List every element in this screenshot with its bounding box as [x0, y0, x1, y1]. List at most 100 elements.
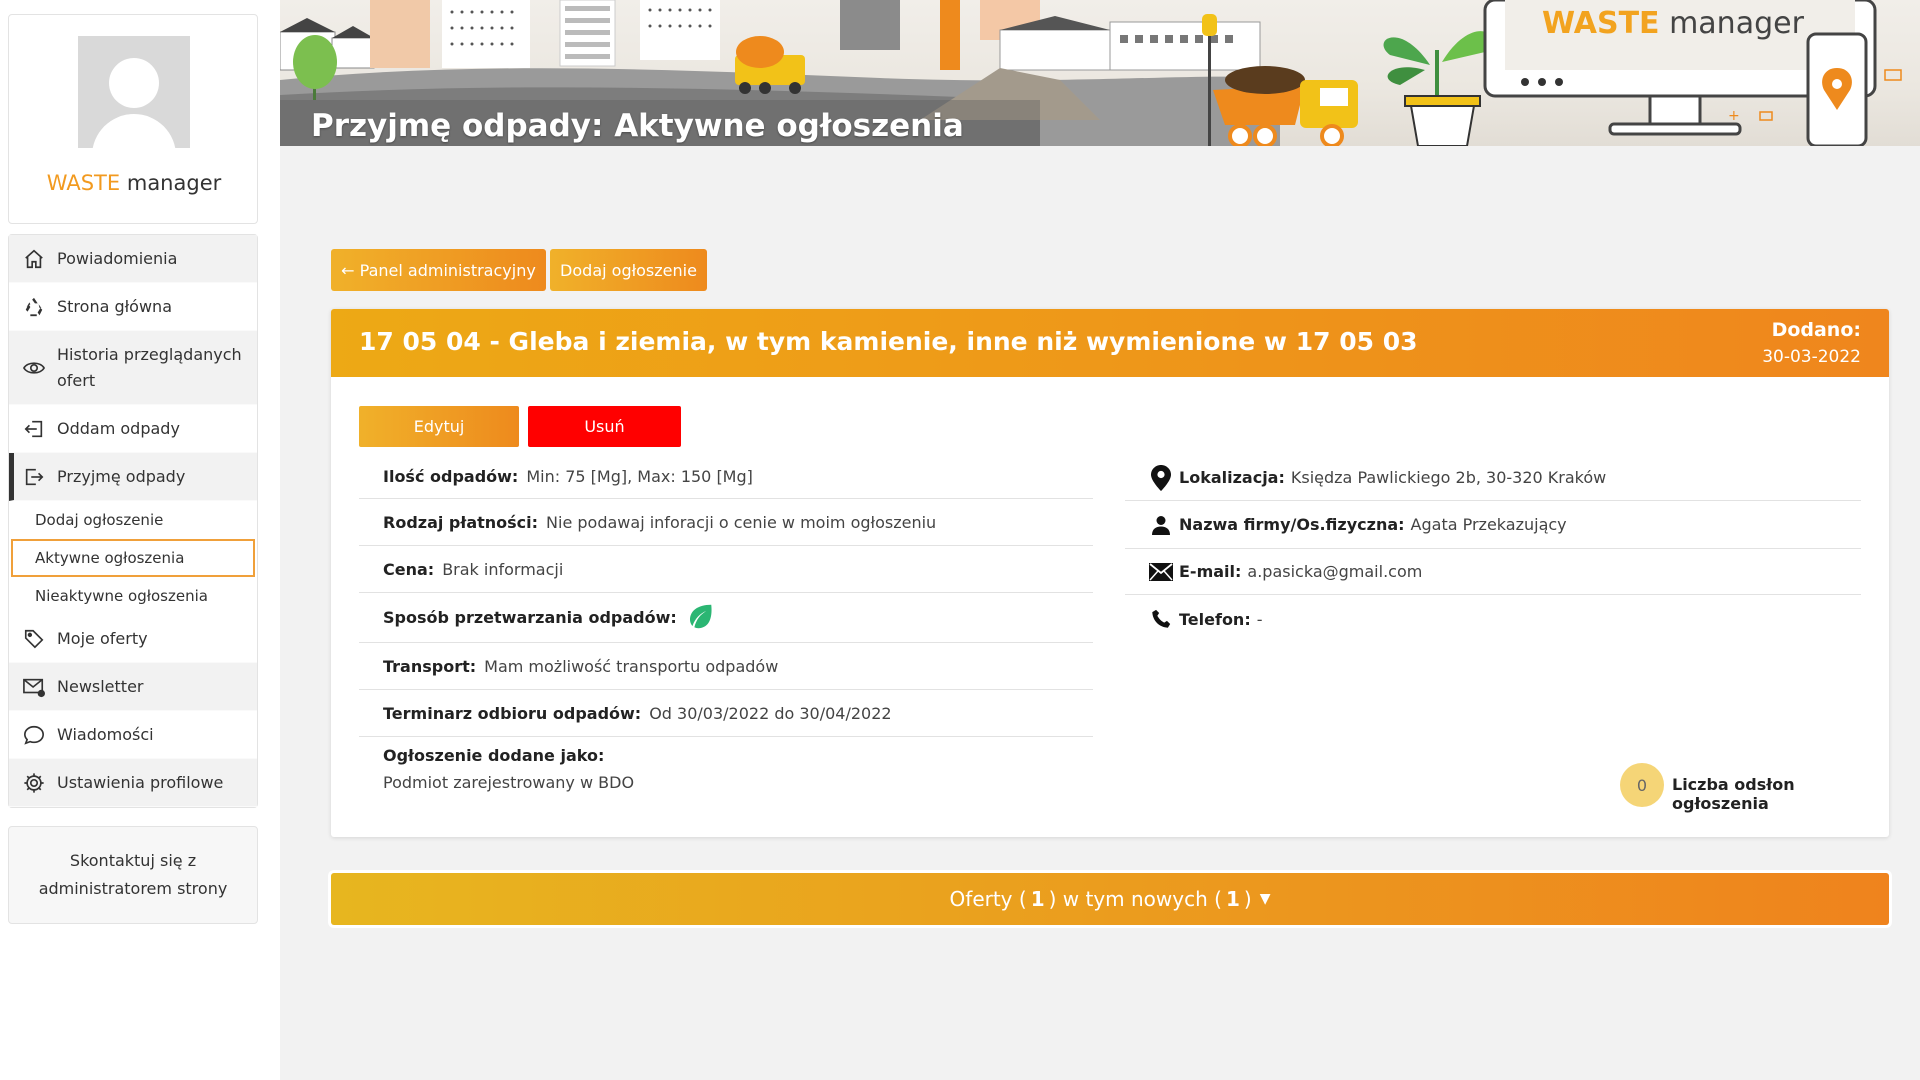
submenu-item-label: Dodaj ogłoszenie — [35, 511, 164, 529]
sidebar-item-label: Ustawienia profilowe — [57, 773, 224, 792]
sidebar-item-label: Newsletter — [57, 677, 144, 696]
banner-logo-waste: WASTE — [1542, 6, 1660, 41]
listing-header: 17 05 04 - Gleba i ziemia, w tym kamieni… — [331, 309, 1889, 377]
transport-value: Mam możliwość transportu odpadów — [484, 656, 779, 676]
company-value: Agata Przekazujący — [1410, 515, 1567, 534]
banner-logo: WASTE manager — [1542, 6, 1804, 41]
schedule-label: Terminarz odbioru odpadów: — [383, 703, 642, 723]
phone-value: - — [1256, 609, 1263, 629]
sidebar-item-home[interactable]: Strona główna — [9, 283, 257, 331]
page-banner: + WASTE manager Przyjmę odpady: Aktywne … — [280, 0, 1920, 146]
avatar — [78, 36, 190, 148]
sidebar-item-give-waste[interactable]: Oddam odpady — [9, 405, 257, 453]
payment-label: Rodzaj płatności: — [383, 512, 539, 532]
offers-toggle-bar[interactable]: Oferty ( 1 ) w tym nowych ( 1 ) ▼ — [331, 873, 1889, 925]
phone-label: Telefon: — [1179, 609, 1251, 629]
sign-in-icon — [21, 416, 47, 442]
sidebar-item-label: Przyjmę odpady — [57, 467, 186, 486]
email-label: E-mail: — [1179, 562, 1242, 581]
processing-row: Sposób przetwarzania odpadów: — [359, 593, 1093, 643]
company-row: Nazwa firmy/Os.fizyczna: Agata Przekazuj… — [1125, 501, 1861, 549]
views-count-badge: 0 — [1620, 763, 1664, 807]
leaf-icon — [685, 601, 715, 635]
chat-icon — [21, 722, 47, 748]
sidebar-item-accept-waste[interactable]: Przyjmę odpady — [9, 453, 257, 501]
listing-title: 17 05 04 - Gleba i ziemia, w tym kamieni… — [359, 327, 1418, 356]
sidebar-item-label: Moje oferty — [57, 629, 148, 648]
transport-row: Transport: Mam możliwość transportu odpa… — [359, 643, 1093, 690]
added-date: 30-03-2022 — [1762, 347, 1861, 367]
recycle-icon — [21, 294, 47, 320]
contact-admin-text: Skontaktuj się z administratorem strony — [38, 851, 228, 898]
submenu-item-label: Aktywne ogłoszenia — [35, 549, 185, 567]
gear-icon — [21, 770, 47, 796]
sidebar-item-label: Wiadomości — [57, 725, 154, 744]
profile-card: WASTE manager — [8, 14, 258, 224]
quantity-value: Min: 75 [Mg], Max: 150 [Mg] — [526, 467, 753, 486]
user-icon — [1149, 513, 1173, 537]
delete-button[interactable]: Usuń — [528, 406, 681, 447]
back-to-admin-button[interactable]: ← Panel administracyjny — [331, 249, 546, 291]
tags-icon — [21, 626, 47, 652]
added-label: Dodano: — [1771, 319, 1861, 341]
page-title: Przyjmę odpady: Aktywne ogłoszenia — [311, 108, 964, 144]
price-value: Brak informacji — [442, 559, 564, 579]
envelope-icon — [1149, 560, 1173, 584]
payment-row: Rodzaj płatności: Nie podawaj inforacji … — [359, 499, 1093, 546]
submenu-item-inactive-listings[interactable]: Nieaktywne ogłoszenia — [9, 577, 257, 615]
transport-label: Transport: — [383, 656, 477, 676]
sidebar-item-messages[interactable]: Wiadomości — [9, 711, 257, 759]
submenu-item-add-listing[interactable]: Dodaj ogłoszenie — [9, 501, 257, 539]
email-value[interactable]: a.pasicka@gmail.com — [1247, 562, 1422, 581]
sidebar-item-history[interactable]: Historia przeglądanych ofert — [9, 331, 257, 405]
sidebar-item-settings[interactable]: Ustawienia profilowe — [9, 759, 257, 807]
brand-waste: WASTE — [46, 171, 121, 195]
submenu-item-active-listings[interactable]: Aktywne ogłoszenia — [11, 539, 255, 577]
quantity-row: Ilość odpadów: Min: 75 [Mg], Max: 150 [M… — [359, 455, 1093, 499]
added-as-value: Podmiot zarejestrowany w BDO — [383, 773, 635, 792]
offers-middle: ) w tym nowych ( — [1048, 887, 1222, 911]
schedule-value: Od 30/03/2022 do 30/04/2022 — [649, 703, 892, 723]
eye-icon — [21, 355, 47, 381]
offers-suffix: ) — [1243, 887, 1252, 911]
banner-logo-manager: manager — [1669, 6, 1804, 41]
sidebar: WASTE manager Powiadomienia Strona główn… — [0, 0, 280, 1080]
add-listing-button[interactable]: Dodaj ogłoszenie — [550, 249, 707, 291]
mail-icon — [21, 674, 47, 700]
offers-count: 1 — [1030, 887, 1045, 911]
edit-button[interactable]: Edytuj — [359, 406, 519, 447]
home-icon — [21, 246, 47, 272]
sidebar-item-notifications[interactable]: Powiadomienia — [9, 235, 257, 283]
submenu-item-label: Nieaktywne ogłoszenia — [35, 587, 208, 605]
price-row: Cena: Brak informacji — [359, 546, 1093, 593]
sidebar-item-my-offers[interactable]: Moje oferty — [9, 615, 257, 663]
caret-down-icon: ▼ — [1259, 891, 1271, 907]
brand-manager: manager — [126, 171, 222, 195]
phone-row: Telefon: - — [1125, 595, 1861, 643]
location-label: Lokalizacja: — [1179, 468, 1285, 487]
processing-label: Sposób przetwarzania odpadów: — [383, 608, 677, 627]
contact-admin-link[interactable]: Skontaktuj się z administratorem strony — [8, 826, 258, 924]
sidebar-item-label: Oddam odpady — [57, 419, 180, 438]
offers-prefix: Oferty ( — [949, 887, 1027, 911]
svg-text:+: + — [1728, 108, 1740, 124]
email-row: E-mail: a.pasicka@gmail.com — [1125, 549, 1861, 595]
listing-card: 17 05 04 - Gleba i ziemia, w tym kamieni… — [331, 309, 1889, 837]
sidebar-item-label: Powiadomienia — [57, 249, 178, 268]
map-pin-icon — [1149, 464, 1173, 491]
phone-icon — [1149, 607, 1173, 631]
offers-new-count: 1 — [1225, 887, 1240, 911]
location-value: Księdza Pawlickiego 2b, 30-320 Kraków — [1290, 468, 1607, 487]
schedule-row: Terminarz odbioru odpadów: Od 30/03/2022… — [359, 690, 1093, 737]
added-as-label: Ogłoszenie dodane jako: — [383, 746, 605, 765]
price-label: Cena: — [383, 559, 435, 579]
company-label: Nazwa firmy/Os.fizyczna: — [1179, 515, 1405, 534]
sidebar-brand: WASTE manager — [9, 171, 259, 195]
sidebar-item-newsletter[interactable]: Newsletter — [9, 663, 257, 711]
sidebar-menu: Powiadomienia Strona główna Historia prz… — [8, 234, 258, 808]
payment-value: Nie podawaj inforacji o cenie w moim ogł… — [546, 512, 937, 532]
location-row: Lokalizacja: Księdza Pawlickiego 2b, 30-… — [1125, 455, 1861, 501]
views-label: Liczba odsłon ogłoszenia — [1672, 775, 1795, 813]
quantity-label: Ilość odpadów: — [383, 467, 519, 486]
sign-out-icon — [21, 464, 47, 490]
